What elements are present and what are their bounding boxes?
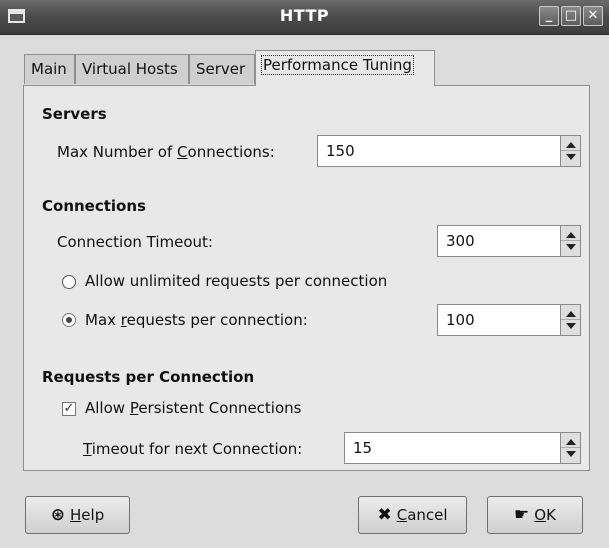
ok-button[interactable]: ☛ OK (487, 496, 583, 534)
tab-main[interactable]: Main (24, 54, 75, 84)
increment-arrow-icon[interactable] (566, 142, 576, 148)
hand-pointer-icon: ☛ (514, 504, 530, 525)
window-title: HTTP (279, 6, 330, 25)
tab-server[interactable]: Server (189, 54, 255, 84)
connection-timeout-label: Connection Timeout: (57, 233, 213, 251)
tab-virtual-hosts[interactable]: Virtual Hosts (75, 54, 189, 84)
close-button[interactable]: ✕ (583, 6, 603, 26)
max-requests-radio[interactable] (62, 313, 76, 327)
title-bar[interactable]: HTTP _ □ ✕ (0, 0, 609, 35)
max-requests-stepper[interactable] (560, 305, 580, 335)
cancel-button[interactable]: ✖ Cancel (358, 496, 467, 534)
requests-per-connection-heading: Requests per Connection (42, 368, 255, 386)
servers-heading: Servers (42, 105, 107, 123)
max-connections-stepper[interactable] (560, 136, 580, 166)
connection-timeout-stepper[interactable] (560, 226, 580, 256)
persistent-connections-checkbox[interactable]: ✓ (62, 402, 76, 416)
tab-label: Performance Tuning (261, 55, 414, 75)
increment-arrow-icon[interactable] (566, 311, 576, 317)
connection-timeout-value[interactable]: 300 (446, 232, 475, 250)
help-button[interactable]: ⊛ Help (25, 496, 130, 534)
help-label: Help (70, 506, 105, 524)
next-connection-timeout-spinner[interactable]: 15 (344, 432, 581, 464)
unlimited-requests-radio[interactable] (62, 275, 76, 289)
decrement-arrow-icon[interactable] (566, 154, 576, 160)
life-ring-icon: ⊛ (50, 504, 66, 525)
x-mark-icon: ✖ (377, 504, 392, 525)
connections-heading: Connections (42, 197, 146, 215)
next-connection-timeout-value[interactable]: 15 (353, 439, 372, 457)
persistent-connections-label[interactable]: Allow Persistent Connections (85, 399, 301, 417)
next-connection-timeout-stepper[interactable] (560, 433, 580, 463)
tab-performance-tuning[interactable]: Performance Tuning (255, 50, 435, 86)
ok-label: OK (534, 506, 556, 524)
decrement-arrow-icon[interactable] (566, 451, 576, 457)
max-connections-value[interactable]: 150 (326, 142, 355, 160)
next-connection-timeout-label: Timeout for next Connection: (83, 440, 303, 458)
minimize-button[interactable]: _ (539, 6, 559, 26)
decrement-arrow-icon[interactable] (566, 323, 576, 329)
performance-tuning-panel: Servers Max Number of Connections: 150 C… (23, 85, 590, 471)
unlimited-requests-label[interactable]: Allow unlimited requests per connection (85, 272, 387, 290)
cancel-label: Cancel (396, 506, 448, 524)
max-requests-label[interactable]: Max requests per connection: (85, 311, 308, 329)
connection-timeout-spinner[interactable]: 300 (437, 225, 581, 257)
increment-arrow-icon[interactable] (566, 439, 576, 445)
max-connections-label: Max Number of Connections: (57, 143, 275, 161)
max-requests-spinner[interactable]: 100 (437, 304, 581, 336)
max-requests-value[interactable]: 100 (446, 311, 475, 329)
maximize-button[interactable]: □ (561, 6, 581, 26)
max-connections-spinner[interactable]: 150 (317, 135, 581, 167)
increment-arrow-icon[interactable] (566, 232, 576, 238)
decrement-arrow-icon[interactable] (566, 244, 576, 250)
